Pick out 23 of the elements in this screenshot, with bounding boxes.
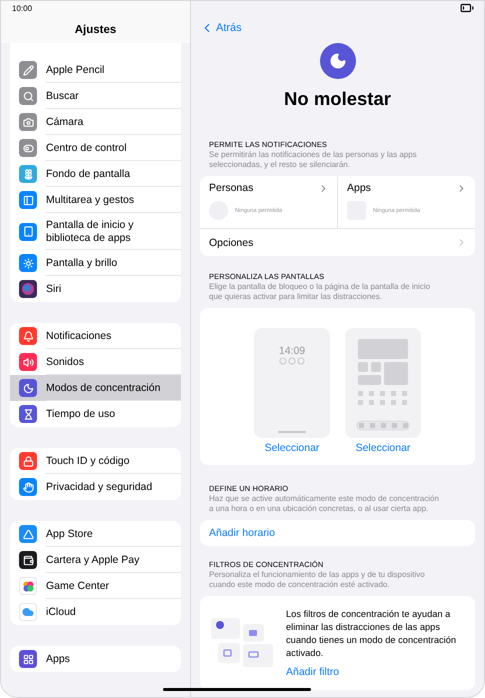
- allow-link[interactable]: Personas: [209, 182, 329, 194]
- battery-icon: [460, 1, 474, 15]
- filters-explanation: Los filtros de concentración te ayudan a eliminar las distracciones de las apps cuando tienes un modo de concentración activado.: [286, 608, 458, 660]
- settings-item[interactable]: Modos de concentración: [10, 375, 181, 401]
- add-filter-link[interactable]: Añadir filtro: [286, 666, 458, 678]
- add-schedule-link[interactable]: Añadir horario: [200, 520, 475, 546]
- select-link[interactable]: Seleccionar: [356, 442, 410, 454]
- filters-drawing: [211, 618, 274, 668]
- status-time: 10:00: [12, 4, 32, 13]
- section-description: Elige la pantalla de bloqueo o la página de la pantalla de inicio que quieras activar para limitar las distracciones.: [209, 282, 432, 302]
- section-description: Haz que se active automáticamente este modo de concentración a una hora o en una ubicación concretas, o al usar cierta app.: [209, 494, 440, 514]
- home-indicator-icon: [278, 431, 306, 433]
- focus-title: No molestar: [284, 88, 391, 110]
- section-description: Se permitirán las notificaciones de las personas y las apps seleccionadas, y el resto se silenciarán.: [209, 150, 418, 170]
- allow-link[interactable]: Apps: [347, 182, 467, 194]
- select-link[interactable]: Seleccionar: [264, 442, 320, 454]
- back-link[interactable]: Atrás: [200, 21, 242, 35]
- sidebar-title: Ajustes: [74, 24, 116, 36]
- section-description: Personaliza el funcionamiento de las apps y de tu dispositivo cuando este modo de concentración esté activado.: [209, 570, 426, 590]
- widget-dots-drawing: [279, 357, 305, 365]
- moon-icon: [320, 43, 356, 79]
- options-row[interactable]: Opciones: [200, 229, 475, 256]
- lock-time: 14:09: [278, 345, 306, 357]
